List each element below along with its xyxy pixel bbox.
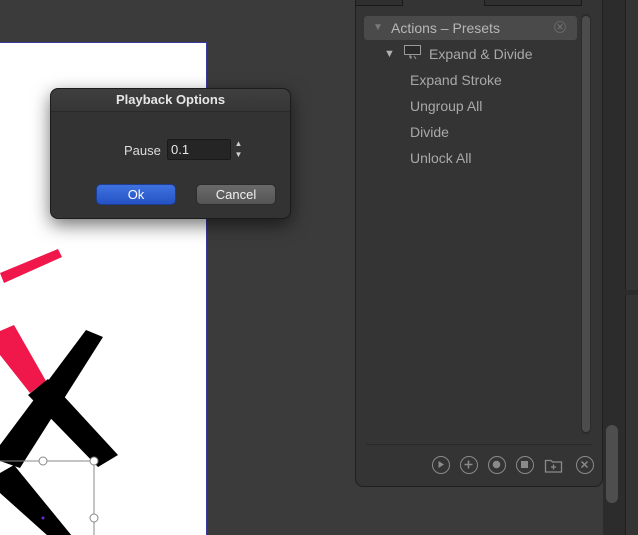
action-icon xyxy=(404,45,421,60)
pause-stepper[interactable]: ▲ ▼ xyxy=(232,138,245,160)
cancel-button[interactable]: Cancel xyxy=(196,184,276,205)
pause-label: Pause xyxy=(124,143,161,158)
side-panel-stub xyxy=(625,295,638,535)
selection-handle[interactable] xyxy=(89,456,99,466)
close-icon[interactable]: ✕ xyxy=(554,21,566,33)
action-step-item[interactable]: Expand Stroke xyxy=(410,68,502,92)
black-stroke-lower xyxy=(0,465,72,535)
action-set-label: Actions – Presets xyxy=(391,20,500,36)
action-step-item[interactable]: Divide xyxy=(410,120,449,144)
stepper-down-icon[interactable]: ▼ xyxy=(232,149,245,160)
action-step-item[interactable]: Unlock All xyxy=(410,146,471,170)
scrollbar-thumb[interactable] xyxy=(582,16,590,432)
stop-icon[interactable] xyxy=(516,456,534,474)
action-label: Expand & Divide xyxy=(429,46,533,62)
anchor-point xyxy=(41,516,45,520)
playback-options-dialog: Playback Options Pause ▲ ▼ Ok Cancel xyxy=(50,88,291,219)
panel-tab[interactable] xyxy=(355,0,403,6)
selection-handle[interactable] xyxy=(38,456,48,466)
action-set-row[interactable]: ▼ Actions – Presets ✕ xyxy=(364,16,577,40)
pink-stroke-upper xyxy=(0,249,62,283)
new-action-icon[interactable] xyxy=(460,456,478,474)
actions-panel: ▼ Actions – Presets ✕ ▼ Expand & Divide … xyxy=(355,0,603,487)
new-set-icon[interactable] xyxy=(544,457,564,474)
workspace-scrollbar-thumb[interactable] xyxy=(606,425,618,503)
actions-toolbar xyxy=(430,456,596,476)
panel-tab[interactable] xyxy=(484,0,582,6)
play-icon[interactable] xyxy=(432,456,450,474)
disclosure-triangle-icon[interactable]: ▼ xyxy=(373,16,383,40)
delete-icon[interactable] xyxy=(576,456,594,474)
ok-button[interactable]: Ok xyxy=(96,184,176,205)
action-step-item[interactable]: Ungroup All xyxy=(410,94,482,118)
pink-stroke-diagonal xyxy=(0,325,46,393)
disclosure-triangle-icon[interactable]: ▼ xyxy=(384,42,395,66)
dialog-title: Playback Options xyxy=(51,89,290,112)
pause-field[interactable] xyxy=(167,139,231,160)
side-panel-stub xyxy=(625,0,638,290)
selection-handle[interactable] xyxy=(89,513,99,523)
divider xyxy=(366,444,592,445)
stepper-up-icon[interactable]: ▲ xyxy=(232,138,245,149)
record-icon[interactable] xyxy=(488,456,506,474)
actions-list: ▼ Actions – Presets ✕ ▼ Expand & Divide … xyxy=(364,14,582,442)
